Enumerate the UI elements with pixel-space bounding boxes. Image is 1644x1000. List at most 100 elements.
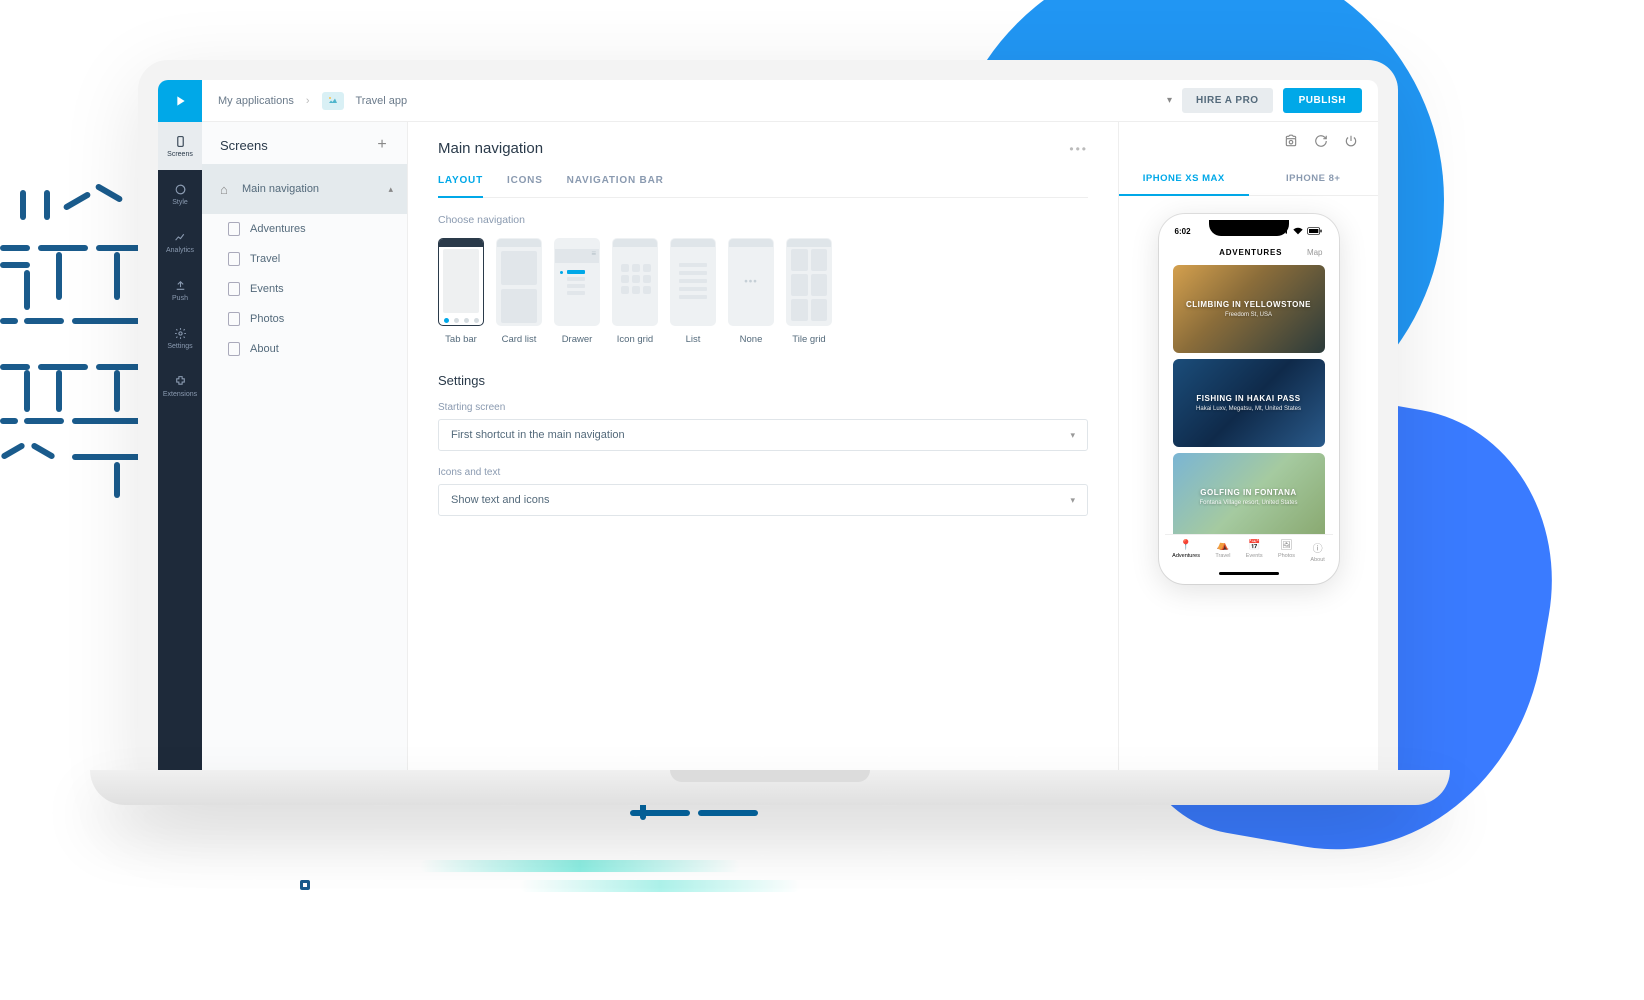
screens-icon <box>173 134 187 148</box>
nav-option-label: Tab bar <box>445 334 477 345</box>
header-dropdown-caret[interactable]: ▾ <box>1167 95 1172 106</box>
screen-item-main-navigation[interactable]: Main navigation ▴ <box>202 164 407 214</box>
phone-tab-label: Adventures <box>1172 553 1200 559</box>
brand-logo[interactable] <box>158 80 202 122</box>
page-icon <box>228 222 240 236</box>
phone-tab-adventures: 📍 Adventures <box>1172 540 1200 578</box>
select-value: First shortcut in the main navigation <box>451 429 625 441</box>
nav-push[interactable]: Push <box>158 266 202 314</box>
breadcrumb-app[interactable]: Travel app <box>356 95 408 107</box>
page-title: Main navigation <box>438 140 543 157</box>
choose-navigation-label: Choose navigation <box>438 214 1088 226</box>
screen-item-label: Adventures <box>250 223 306 235</box>
breadcrumb-root[interactable]: My applications <box>218 95 294 107</box>
screen-item-label: Travel <box>250 253 280 265</box>
nav-label: Screens <box>167 151 193 158</box>
screen-item-label: Events <box>250 283 284 295</box>
page-icon <box>228 282 240 296</box>
phone-tab-label: About <box>1310 557 1324 563</box>
icons-text-label: Icons and text <box>438 467 1088 478</box>
nav-label: Analytics <box>166 247 194 254</box>
phone-preview: 6:02 ADVENTURES Map CLIMBING IN YELL <box>1159 214 1339 584</box>
phone-header-title: ADVENTURES <box>1195 248 1307 257</box>
nav-style[interactable]: Style <box>158 170 202 218</box>
card-title: CLIMBING IN YELLOWSTONE <box>1186 300 1311 309</box>
photo-icon: 🖼 <box>1280 540 1293 551</box>
preview-panel: IPHONE XS MAX IPHONE 8+ 6:02 <box>1118 122 1378 780</box>
power-icon[interactable] <box>1344 134 1358 151</box>
preview-card: FISHING IN HAKAI PASS Hakai Luxv, Megats… <box>1173 359 1325 447</box>
breadcrumb: My applications › Travel app <box>202 92 423 110</box>
nav-option-label: List <box>686 334 701 345</box>
phone-tab-label: Photos <box>1278 553 1295 559</box>
nav-label: Style <box>172 199 188 206</box>
nav-settings[interactable]: Settings <box>158 314 202 362</box>
tab-icons[interactable]: ICONS <box>507 175 543 197</box>
phone-time: 6:02 <box>1175 227 1191 236</box>
preview-card: GOLFING IN FONTANA Fontana Village resor… <box>1173 453 1325 541</box>
select-value: Show text and icons <box>451 494 549 506</box>
screenshot-icon[interactable] <box>1284 134 1298 151</box>
nav-option-icon-grid[interactable]: Icon grid <box>612 238 658 345</box>
screens-panel: Screens + Main navigation ▴ Adventures T… <box>202 122 408 780</box>
screen-item-events[interactable]: Events <box>202 274 407 304</box>
primary-nav: Screens Style Analytics Push Settings <box>158 122 202 780</box>
phone-tab-photos: 🖼 Photos <box>1278 540 1295 578</box>
device-tab-8plus[interactable]: IPHONE 8+ <box>1249 163 1379 195</box>
starting-screen-label: Starting screen <box>438 402 1088 413</box>
header: My applications › Travel app ▾ HIRE A PR… <box>158 80 1378 122</box>
nav-label: Push <box>172 295 188 302</box>
screen-item-label: About <box>250 343 279 355</box>
starting-screen-select[interactable]: First shortcut in the main navigation ▾ <box>438 419 1088 451</box>
nav-option-card-list[interactable]: Card list <box>496 238 542 345</box>
icons-text-select[interactable]: Show text and icons ▾ <box>438 484 1088 516</box>
screen-item-adventures[interactable]: Adventures <box>202 214 407 244</box>
app-screen: My applications › Travel app ▾ HIRE A PR… <box>158 80 1378 780</box>
screen-item-travel[interactable]: Travel <box>202 244 407 274</box>
nav-option-label: Icon grid <box>617 334 653 345</box>
screen-item-photos[interactable]: Photos <box>202 304 407 334</box>
screen-item-label: Main navigation <box>242 183 319 195</box>
nav-option-tab-bar[interactable]: Tab bar <box>438 238 484 345</box>
nav-analytics[interactable]: Analytics <box>158 218 202 266</box>
page-icon <box>228 342 240 356</box>
tent-icon: ⛺ <box>1217 540 1229 551</box>
nav-screens[interactable]: Screens <box>158 122 202 170</box>
nav-option-label: Drawer <box>562 334 593 345</box>
more-menu-button[interactable]: ••• <box>1069 142 1088 156</box>
refresh-icon[interactable] <box>1314 134 1328 151</box>
card-subtitle: Fontana Village resort, United States <box>1200 500 1298 506</box>
pin-icon: 📍 <box>1180 540 1192 551</box>
chevron-up-icon: ▴ <box>388 184 393 195</box>
phone-tab-label: Travel <box>1215 553 1230 559</box>
home-icon <box>220 182 232 196</box>
nav-option-tile-grid[interactable]: Tile grid <box>786 238 832 345</box>
page-icon <box>228 252 240 266</box>
gear-icon <box>173 326 187 340</box>
settings-heading: Settings <box>438 373 1088 388</box>
extensions-icon <box>173 374 187 388</box>
app-icon <box>322 92 344 110</box>
nav-option-none[interactable]: ••• None <box>728 238 774 345</box>
push-icon <box>173 278 187 292</box>
device-tab-xs-max[interactable]: IPHONE XS MAX <box>1119 163 1249 196</box>
style-icon <box>173 182 187 196</box>
tab-navigation-bar[interactable]: NAVIGATION BAR <box>567 175 664 197</box>
hire-pro-button[interactable]: HIRE A PRO <box>1182 88 1273 113</box>
nav-option-drawer[interactable]: ≡ Drawer <box>554 238 600 345</box>
chevron-right-icon: › <box>306 95 310 107</box>
card-title: GOLFING IN FONTANA <box>1200 488 1296 497</box>
info-icon: ⓘ <box>1313 540 1323 555</box>
config-tabs: LAYOUT ICONS NAVIGATION BAR <box>438 175 1088 198</box>
publish-button[interactable]: PUBLISH <box>1283 88 1362 113</box>
add-screen-button[interactable]: + <box>373 136 391 154</box>
phone-tab-about: ⓘ About <box>1310 540 1324 578</box>
card-subtitle: Hakai Luxv, Megatsu, Mt, United States <box>1196 406 1301 412</box>
screens-panel-title: Screens <box>220 138 268 153</box>
main-content: Main navigation ••• LAYOUT ICONS NAVIGAT… <box>408 122 1118 780</box>
card-subtitle: Freedom St, USA <box>1225 312 1272 318</box>
screen-item-about[interactable]: About <box>202 334 407 364</box>
nav-extensions[interactable]: Extensions <box>158 362 202 410</box>
nav-option-list[interactable]: List <box>670 238 716 345</box>
tab-layout[interactable]: LAYOUT <box>438 175 483 198</box>
